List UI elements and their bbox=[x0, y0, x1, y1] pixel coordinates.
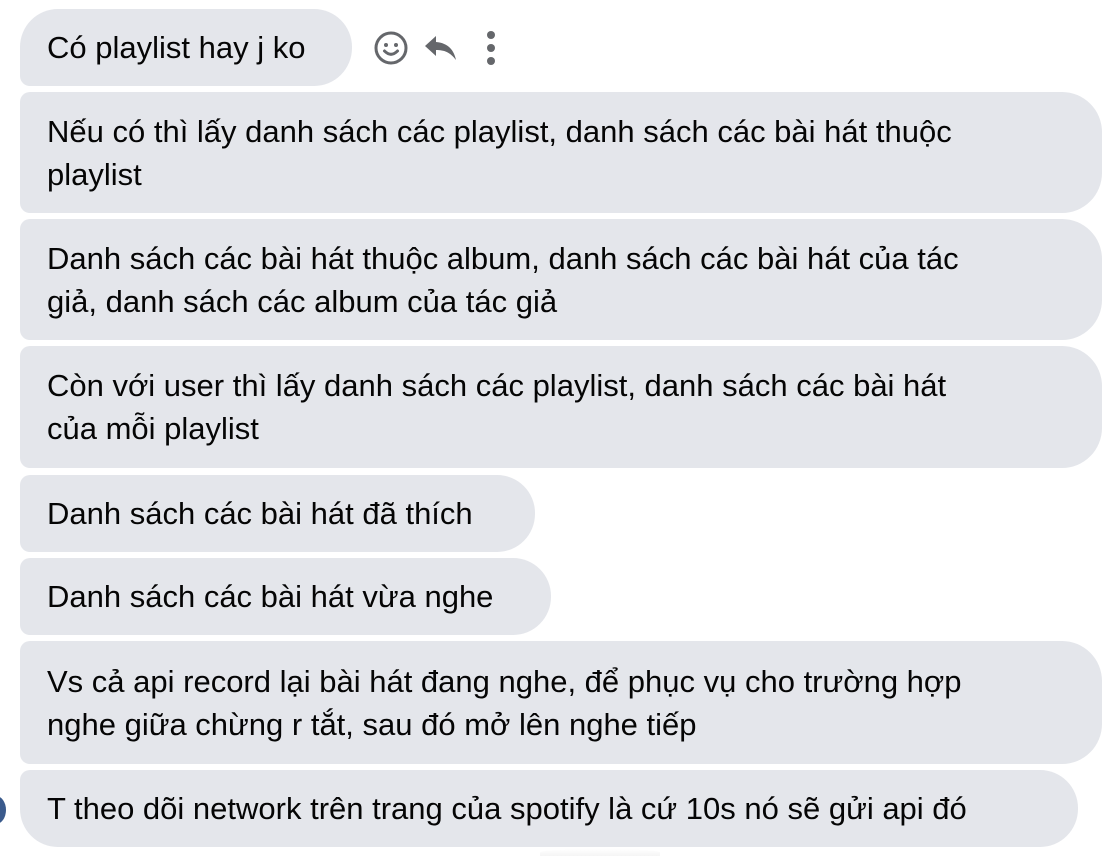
message-text-line: playlist bbox=[47, 157, 142, 192]
message-text-line: Nếu có thì lấy danh sách các playlist, d… bbox=[47, 114, 952, 149]
message-text-line: của mỗi playlist bbox=[47, 411, 259, 446]
sender-avatar[interactable] bbox=[0, 796, 6, 824]
message-text-line: giả, danh sách các album của tác giả bbox=[47, 284, 558, 319]
chat-thread: Có playlist hay j ko Nếu có thì lấy danh… bbox=[0, 0, 1112, 856]
message-text-line: nghe giữa chừng r tắt, sau đó mở lên ngh… bbox=[47, 707, 697, 742]
message-text-line: T theo dõi network trên trang của spotif… bbox=[47, 791, 967, 826]
reply-icon bbox=[425, 36, 456, 60]
scroll-shadow bbox=[540, 849, 660, 856]
message-bubble[interactable]: Danh sách các bài hát vừa nghe bbox=[20, 558, 551, 635]
message-bubble[interactable]: Vs cả api record lại bài hát đang nghe, … bbox=[20, 641, 1102, 764]
more-button[interactable] bbox=[472, 29, 510, 67]
message-text-line: Còn với user thì lấy danh sách các playl… bbox=[47, 368, 947, 403]
message-bubble[interactable]: Có playlist hay j ko bbox=[20, 9, 352, 86]
react-button[interactable] bbox=[372, 29, 410, 67]
message-actions bbox=[372, 28, 522, 68]
message-text-line: Danh sách các bài hát đã thích bbox=[47, 496, 473, 531]
message-bubble[interactable]: Còn với user thì lấy danh sách các playl… bbox=[20, 346, 1102, 468]
smiley-icon bbox=[374, 31, 408, 65]
message-bubble[interactable]: Danh sách các bài hát thuộc album, danh … bbox=[20, 219, 1102, 340]
message-text-line: Vs cả api record lại bài hát đang nghe, … bbox=[47, 664, 962, 699]
message-text-line: Có playlist hay j ko bbox=[47, 30, 306, 65]
reply-button[interactable] bbox=[422, 29, 460, 67]
message-bubble[interactable]: Danh sách các bài hát đã thích bbox=[20, 475, 535, 552]
message-text-line: Danh sách các bài hát vừa nghe bbox=[47, 579, 494, 614]
message-text-line: Danh sách các bài hát thuộc album, danh … bbox=[47, 241, 959, 276]
more-icon bbox=[487, 31, 495, 65]
message-bubble[interactable]: T theo dõi network trên trang của spotif… bbox=[20, 770, 1078, 847]
message-bubble[interactable]: Nếu có thì lấy danh sách các playlist, d… bbox=[20, 92, 1102, 213]
